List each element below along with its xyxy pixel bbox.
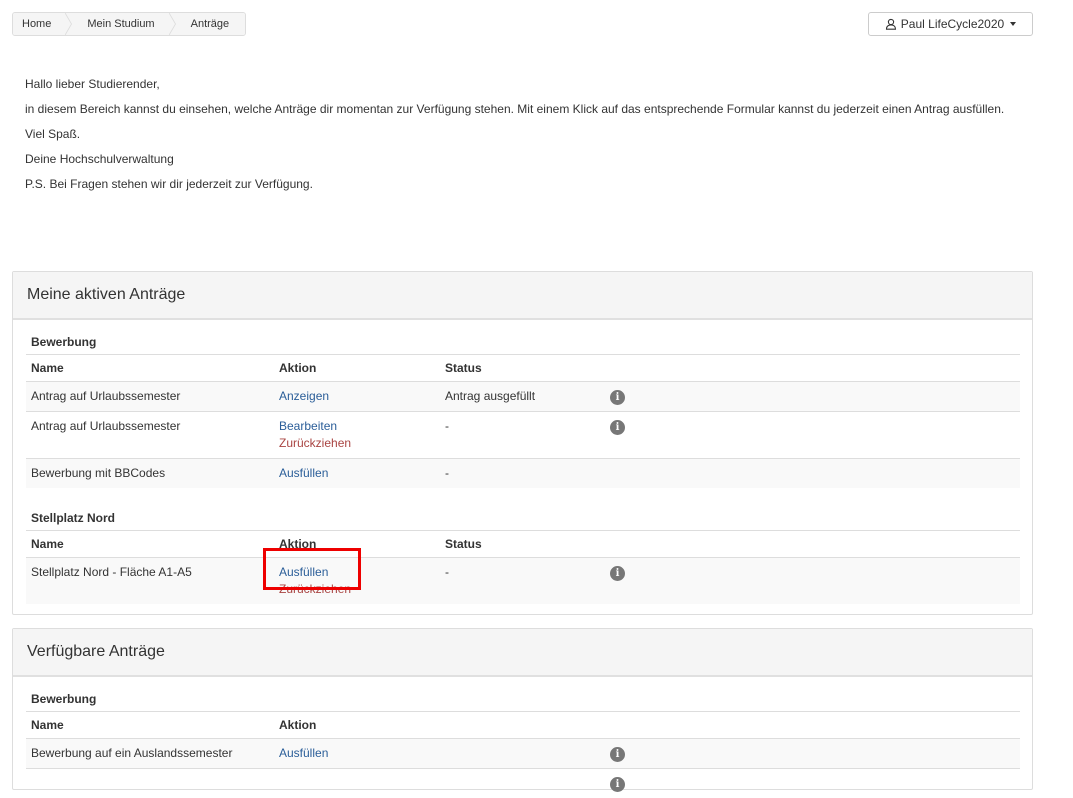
view-link[interactable]: Anzeigen	[279, 388, 435, 405]
user-icon	[885, 18, 897, 30]
info-icon[interactable]: i	[610, 420, 625, 435]
intro-greeting: Hallo lieber Studierender,	[25, 76, 1025, 93]
column-header-status: Status	[440, 355, 605, 382]
group-title: Bewerbung	[26, 687, 1020, 711]
group-title: Bewerbung	[26, 330, 1020, 354]
intro-text: Hallo lieber Studierender, in diesem Ber…	[25, 76, 1025, 201]
requests-table: Name Aktion Status Stellplatz Nord - Flä…	[26, 530, 1020, 604]
request-name: Bewerbung mit BBCodes	[26, 459, 274, 489]
fill-out-link[interactable]: Ausfüllen	[279, 745, 435, 762]
request-name: Bewerbung auf ein Auslandssemester	[26, 739, 274, 769]
column-header-action: Aktion	[274, 712, 440, 739]
request-name: Stellplatz Nord - Fläche A1-A5	[26, 558, 274, 605]
info-icon[interactable]: i	[610, 390, 625, 405]
intro-description: in diesem Bereich kannst du einsehen, we…	[25, 101, 1025, 118]
column-header-name: Name	[26, 712, 274, 739]
column-header-action: Aktion	[274, 355, 440, 382]
withdraw-link[interactable]: Zurückziehen	[279, 435, 435, 452]
user-menu-button[interactable]: Paul LifeCycle2020	[868, 12, 1033, 36]
breadcrumb: Home Mein Studium Anträge	[12, 12, 246, 36]
info-icon[interactable]: i	[610, 777, 625, 792]
user-name: Paul LifeCycle2020	[901, 17, 1004, 31]
caret-down-icon	[1010, 22, 1016, 26]
column-header-status: Status	[440, 531, 605, 558]
available-requests-title: Verfügbare Anträge	[13, 629, 1032, 677]
table-row: i	[26, 769, 1020, 798]
fill-out-link[interactable]: Ausfüllen	[279, 465, 435, 482]
edit-link[interactable]: Bearbeiten	[279, 418, 435, 435]
requests-table: Name Aktion Bewerbung auf ein Auslandsse…	[26, 711, 1020, 798]
fill-out-link[interactable]: Ausfüllen	[279, 564, 435, 581]
intro-signature: Deine Hochschulverwaltung	[25, 151, 1025, 168]
request-status: -	[440, 412, 605, 459]
request-status: Antrag ausgefüllt	[440, 382, 605, 412]
active-requests-panel: Meine aktiven Anträge Bewerbung Name Akt…	[12, 271, 1033, 615]
request-name: Antrag auf Urlaubssemester	[26, 382, 274, 412]
breadcrumb-home[interactable]: Home	[13, 13, 65, 35]
table-row: Bewerbung mit BBCodes Ausfüllen -	[26, 459, 1020, 489]
requests-table: Name Aktion Status Antrag auf Urlaubssem…	[26, 354, 1020, 488]
table-row: Antrag auf Urlaubssemester Anzeigen Antr…	[26, 382, 1020, 412]
breadcrumb-mein-studium[interactable]: Mein Studium	[65, 13, 168, 35]
breadcrumb-antraege[interactable]: Anträge	[169, 13, 246, 35]
table-row: Antrag auf Urlaubssemester Bearbeiten Zu…	[26, 412, 1020, 459]
request-status: -	[440, 558, 605, 605]
intro-ps: P.S. Bei Fragen stehen wir dir jederzeit…	[25, 176, 1025, 193]
table-row: Stellplatz Nord - Fläche A1-A5 Ausfüllen…	[26, 558, 1020, 605]
info-icon[interactable]: i	[610, 747, 625, 762]
table-row: Bewerbung auf ein Auslandssemester Ausfü…	[26, 739, 1020, 769]
request-status: -	[440, 459, 605, 489]
column-header-action: Aktion	[274, 531, 440, 558]
column-header-name: Name	[26, 355, 274, 382]
info-icon[interactable]: i	[610, 566, 625, 581]
active-requests-title: Meine aktiven Anträge	[13, 272, 1032, 320]
withdraw-link[interactable]: Zurückziehen	[279, 581, 435, 598]
group-title: Stellplatz Nord	[26, 506, 1020, 530]
column-header-name: Name	[26, 531, 274, 558]
available-requests-panel: Verfügbare Anträge Bewerbung Name Aktion…	[12, 628, 1033, 790]
request-name: Antrag auf Urlaubssemester	[26, 412, 274, 459]
intro-fun: Viel Spaß.	[25, 126, 1025, 143]
